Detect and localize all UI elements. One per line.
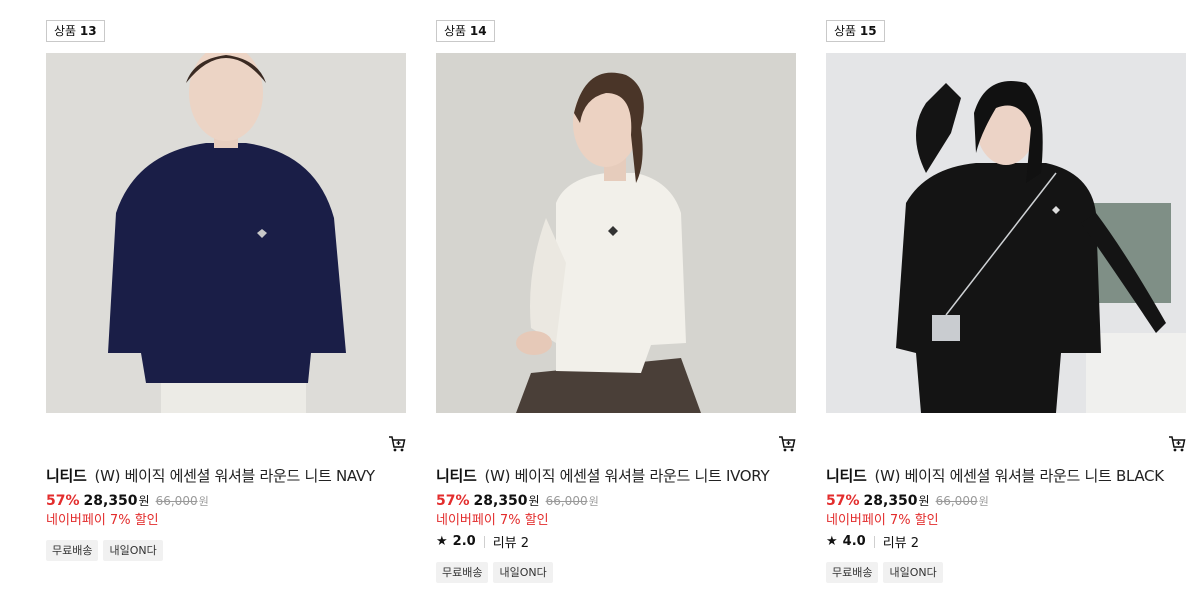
- cart-icon[interactable]: [1168, 435, 1186, 453]
- tag-list: 무료배송 내일ON다: [436, 562, 553, 583]
- rating-row[interactable]: ★ 4.0 리뷰 2: [826, 532, 919, 551]
- naverpay-discount: 네이버페이 7% 할인: [826, 513, 939, 528]
- currency-unit: 원: [138, 494, 150, 508]
- discount-rate: 57%: [826, 493, 860, 509]
- product-photo-illustration: [826, 53, 1186, 413]
- product-name: (W) 베이직 에센셜 워셔블 라운드 니트 NAVY: [94, 467, 376, 485]
- naverpay-discount: 네이버페이 7% 할인: [436, 513, 549, 528]
- review-count: 리뷰 2: [492, 536, 530, 551]
- currency-unit: 원: [918, 494, 930, 508]
- product-card[interactable]: 상품 14 니티드 (W) 베이직 에센셜 워셔블 라운드 니트 IVORY 5…: [436, 0, 796, 591]
- tomorrow-delivery-tag: 내일ON다: [103, 540, 163, 561]
- badge-prefix: 상품: [834, 24, 857, 38]
- badge-number: 14: [469, 24, 487, 38]
- cart-icon[interactable]: [778, 435, 796, 453]
- sale-price: 28,350: [863, 493, 918, 509]
- star-icon: ★: [826, 534, 838, 549]
- currency-unit: 원: [528, 494, 540, 508]
- product-name: (W) 베이직 에센셜 워셔블 라운드 니트 BLACK: [874, 467, 1165, 485]
- discount-rate: 57%: [436, 493, 470, 509]
- naverpay-discount: 네이버페이 7% 할인: [46, 513, 159, 528]
- cart-icon[interactable]: [388, 435, 406, 453]
- tomorrow-delivery-tag: 내일ON다: [493, 562, 553, 583]
- original-price: 66,000: [935, 494, 978, 508]
- badge-number: 15: [859, 24, 877, 38]
- star-icon: ★: [436, 534, 448, 549]
- divider: [483, 535, 485, 548]
- free-shipping-tag: 무료배송: [436, 562, 489, 583]
- product-grid: 상품 13 니티드 (W) 베이직 에센셜 워셔블 라운드 니트 NAVY 57%…: [0, 0, 1201, 591]
- brand-name: 니티드: [436, 467, 477, 485]
- product-title[interactable]: 니티드 (W) 베이직 에센셜 워셔블 라운드 니트 BLACK: [826, 465, 1201, 486]
- rating-score: 4.0: [842, 534, 866, 549]
- rating-score: 2.0: [452, 534, 476, 549]
- product-photo-illustration: [46, 53, 406, 413]
- price-row: 57% 28,350원 66,000원: [46, 490, 209, 509]
- product-title[interactable]: 니티드 (W) 베이직 에센셜 워셔블 라운드 니트 NAVY: [46, 465, 426, 486]
- brand-name: 니티드: [826, 467, 867, 485]
- product-name: (W) 베이직 에센셜 워셔블 라운드 니트 IVORY: [484, 467, 770, 485]
- rating-row[interactable]: ★ 2.0 리뷰 2: [436, 532, 529, 551]
- price-row: 57% 28,350원 66,000원: [826, 490, 989, 509]
- tag-list: 무료배송 내일ON다: [46, 540, 163, 561]
- discount-rate: 57%: [46, 493, 80, 509]
- product-photo-illustration: [436, 53, 796, 413]
- brand-name: 니티드: [46, 467, 87, 485]
- tomorrow-delivery-tag: 내일ON다: [883, 562, 943, 583]
- tag-list: 무료배송 내일ON다: [826, 562, 943, 583]
- review-count: 리뷰 2: [882, 536, 920, 551]
- product-card[interactable]: 상품 15 니티드 (W) 베이직 에센셜 워셔블 라운드 니트 BLACK 5…: [826, 0, 1186, 591]
- badge-prefix: 상품: [54, 24, 77, 38]
- original-price: 66,000: [545, 494, 588, 508]
- free-shipping-tag: 무료배송: [46, 540, 99, 561]
- product-number-badge: 상품 14: [436, 20, 495, 42]
- price-row: 57% 28,350원 66,000원: [436, 490, 599, 509]
- free-shipping-tag: 무료배송: [826, 562, 879, 583]
- divider: [873, 535, 875, 548]
- product-number-badge: 상품 13: [46, 20, 105, 42]
- product-image[interactable]: [826, 53, 1186, 413]
- product-image[interactable]: [436, 53, 796, 413]
- badge-prefix: 상품: [444, 24, 467, 38]
- sale-price: 28,350: [83, 493, 138, 509]
- product-card[interactable]: 상품 13 니티드 (W) 베이직 에센셜 워셔블 라운드 니트 NAVY 57%…: [46, 0, 406, 591]
- product-number-badge: 상품 15: [826, 20, 885, 42]
- product-image[interactable]: [46, 53, 406, 413]
- product-title[interactable]: 니티드 (W) 베이직 에센셜 워셔블 라운드 니트 IVORY: [436, 465, 816, 486]
- original-currency-unit: 원: [978, 495, 989, 508]
- badge-number: 13: [79, 24, 97, 38]
- sale-price: 28,350: [473, 493, 528, 509]
- original-price: 66,000: [155, 494, 198, 508]
- original-currency-unit: 원: [588, 495, 599, 508]
- original-currency-unit: 원: [198, 495, 209, 508]
